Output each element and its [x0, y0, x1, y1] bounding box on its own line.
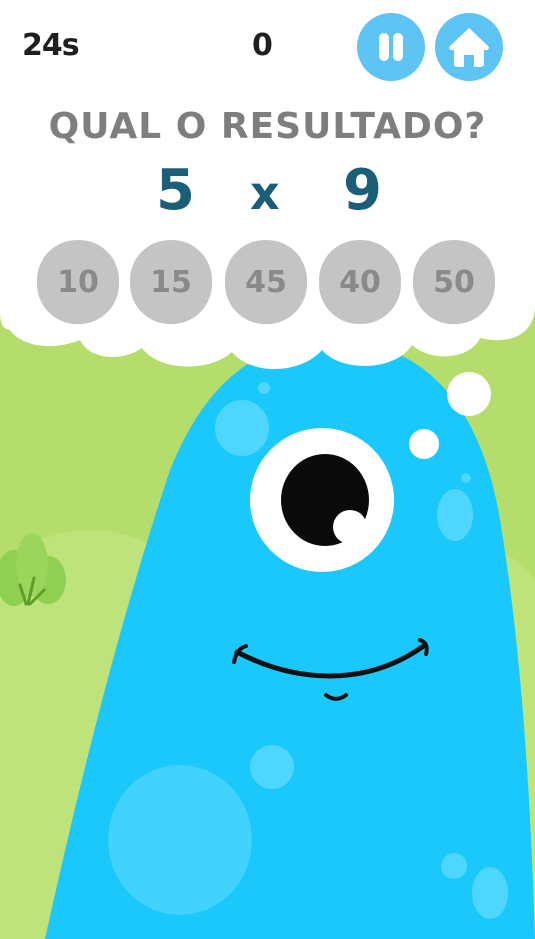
answer-option-4[interactable]: 40 [319, 240, 401, 324]
operator-symbol: x [250, 166, 280, 220]
timer-display: 24s [22, 28, 80, 63]
answer-option-3[interactable]: 45 [225, 240, 307, 324]
operand-a: 5 [156, 158, 195, 223]
score-display: 0 [252, 28, 273, 63]
pause-icon [379, 33, 403, 61]
answer-option-1[interactable]: 10 [37, 240, 119, 324]
home-button[interactable] [435, 13, 503, 81]
home-icon [449, 28, 489, 67]
answer-option-2[interactable]: 15 [130, 240, 212, 324]
operand-b: 9 [343, 158, 382, 223]
pause-button[interactable] [357, 13, 425, 81]
question-prompt: QUAL O RESULTADO? [48, 106, 487, 147]
answer-option-5[interactable]: 50 [413, 240, 495, 324]
